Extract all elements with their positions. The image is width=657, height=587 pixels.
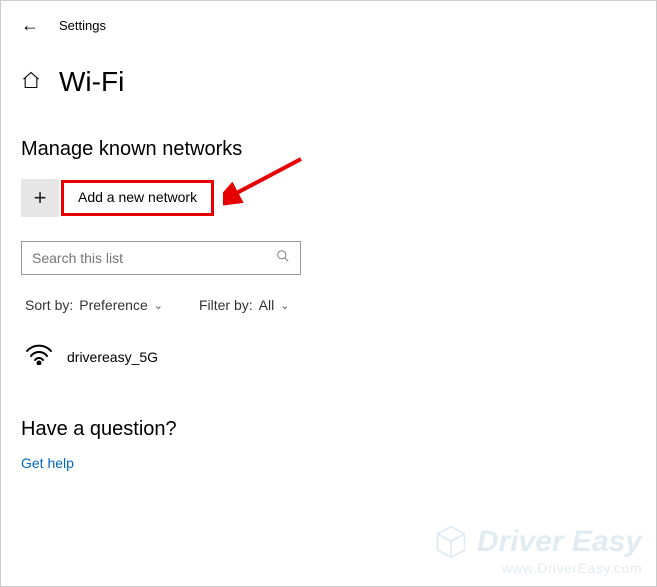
known-networks-heading: Manage known networks — [1, 98, 656, 161]
search-input-wrap[interactable] — [21, 241, 301, 275]
plus-icon: + — [21, 179, 59, 217]
search-icon[interactable] — [276, 249, 290, 268]
sort-by-dropdown[interactable]: Sort by: Preference ⌄ — [25, 297, 163, 313]
add-new-network-label: Add a new network — [78, 189, 197, 205]
filter-prefix: Filter by: — [199, 297, 253, 313]
annotation-arrow-icon — [223, 156, 303, 211]
watermark-brand: Driver Easy — [477, 525, 642, 559]
wifi-icon — [25, 343, 53, 370]
chevron-down-icon: ⌄ — [280, 299, 289, 312]
chevron-down-icon: ⌄ — [154, 299, 163, 312]
filter-value: All — [259, 297, 275, 313]
network-name: drivereasy_5G — [67, 349, 158, 365]
question-heading: Have a question? — [1, 370, 656, 441]
sort-prefix: Sort by: — [25, 297, 73, 313]
add-new-network-button[interactable]: + Add a new network — [21, 179, 214, 217]
sort-value: Preference — [79, 297, 147, 313]
filter-by-dropdown[interactable]: Filter by: All ⌄ — [199, 297, 289, 313]
search-input[interactable] — [32, 250, 276, 266]
cube-icon — [433, 524, 469, 560]
network-list-item[interactable]: drivereasy_5G — [25, 343, 656, 370]
watermark-url: www.DriverEasy.com — [433, 560, 642, 576]
header-title: Settings — [59, 18, 106, 33]
watermark: Driver Easy www.DriverEasy.com — [433, 524, 642, 576]
back-button[interactable]: ← — [21, 15, 59, 36]
home-icon[interactable] — [21, 70, 41, 95]
get-help-link[interactable]: Get help — [21, 455, 74, 471]
page-title: Wi-Fi — [59, 66, 124, 98]
